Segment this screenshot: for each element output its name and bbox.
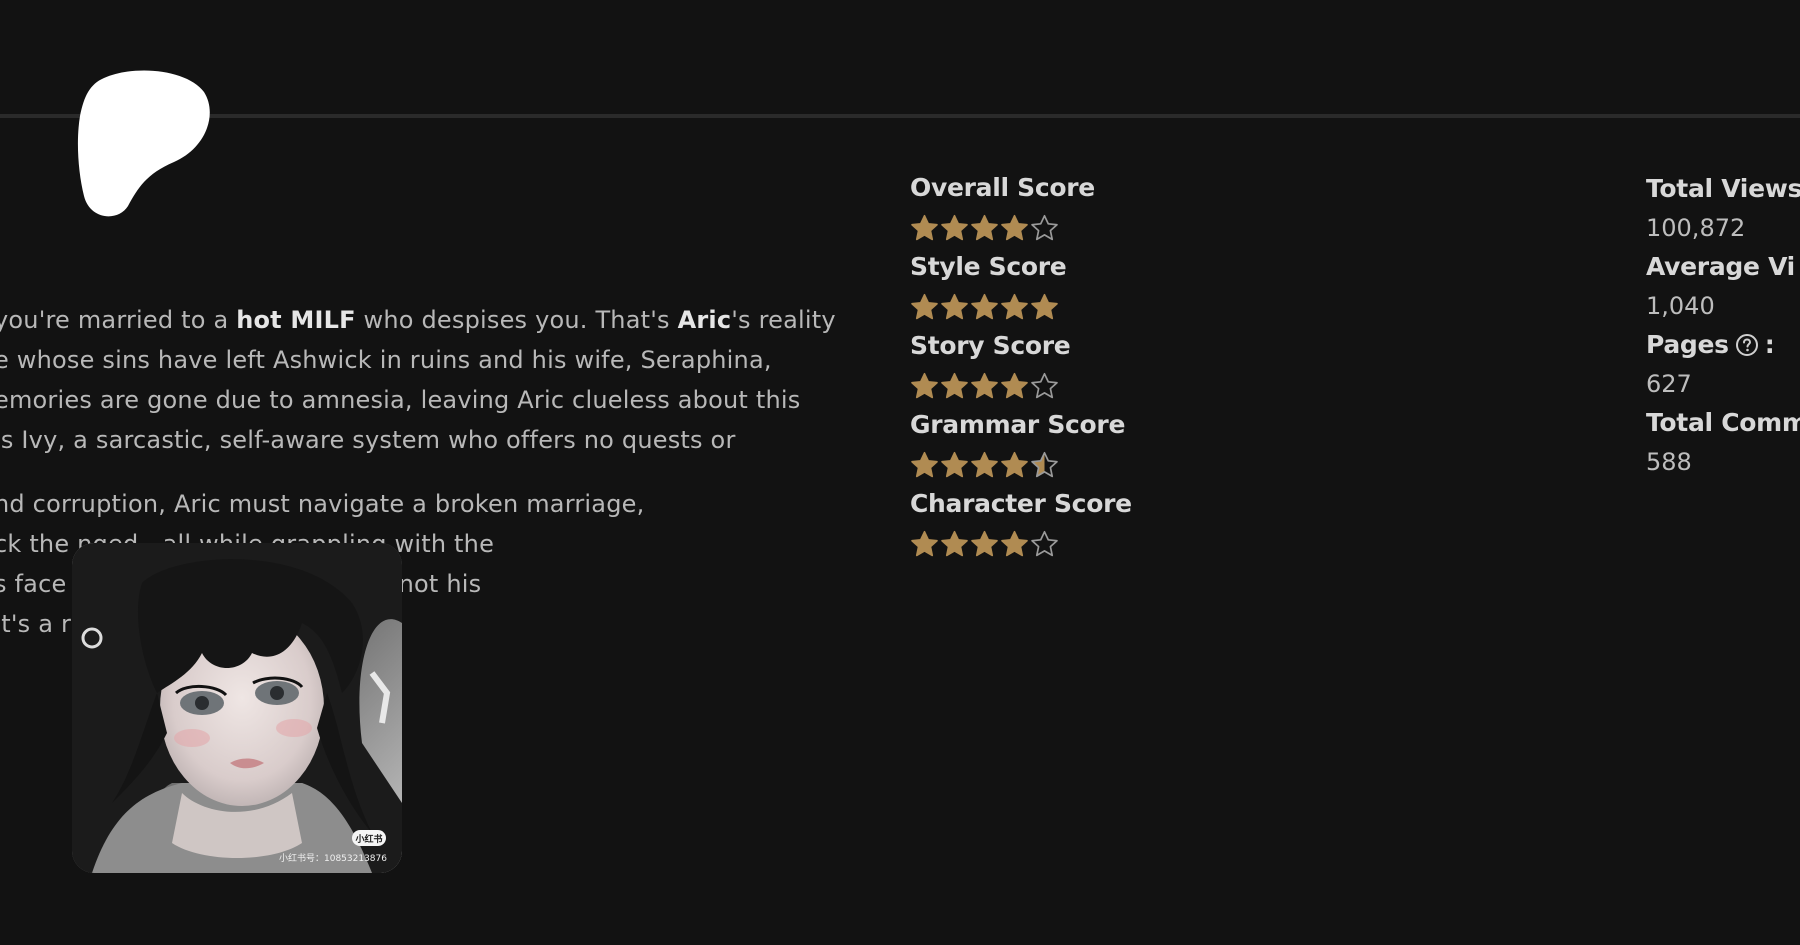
cover-illustration: 小红书 小红书号：10853213876 — [72, 543, 402, 873]
star-filled-icon — [971, 530, 998, 556]
question-circle-icon[interactable] — [1735, 333, 1759, 357]
total-comments-label: Total Comm — [1646, 408, 1800, 437]
star-filled-icon — [941, 530, 968, 556]
patreon-logo-icon[interactable] — [76, 70, 212, 218]
pages-colon: : — [1764, 330, 1775, 359]
star-filled-icon — [941, 214, 968, 240]
star-half-icon — [1031, 451, 1058, 477]
synopsis-line: is Ivy, a sarcastic, self-aware system w… — [0, 426, 736, 454]
star-rating — [910, 364, 1270, 408]
header-divider — [0, 114, 1800, 118]
score-label: Character Score — [910, 489, 1132, 518]
star-filled-icon — [911, 372, 938, 398]
score-label: Style Score — [910, 252, 1067, 281]
star-rating — [910, 443, 1270, 487]
synopsis-line: you're married to a hot MILF who despise… — [0, 306, 836, 334]
star-filled-icon — [911, 293, 938, 319]
star-filled-icon — [971, 451, 998, 477]
total-views-label: Total Views — [1646, 174, 1800, 203]
star-empty-icon — [1031, 372, 1058, 398]
average-views-value: 1,040 — [1646, 292, 1715, 320]
star-filled-icon — [1001, 372, 1028, 398]
star-filled-icon — [971, 293, 998, 319]
star-rating — [910, 522, 1270, 566]
synopsis-line: e whose sins have left Ashwick in ruins … — [0, 346, 772, 374]
total-views-value: 100,872 — [1646, 214, 1746, 242]
star-filled-icon — [1031, 293, 1058, 319]
score-label: Story Score — [910, 331, 1071, 360]
story-cover-image[interactable]: 小红书 小红书号：10853213876 — [72, 543, 402, 873]
synopsis-line: emories are gone due to amnesia, leaving… — [0, 386, 801, 414]
pages-label: Pages — [1646, 330, 1729, 359]
total-comments-value: 588 — [1646, 448, 1692, 476]
star-filled-icon — [911, 530, 938, 556]
star-filled-icon — [1001, 293, 1028, 319]
star-empty-icon — [1031, 530, 1058, 556]
star-filled-icon — [1001, 451, 1028, 477]
score-label: Overall Score — [910, 173, 1095, 202]
page: you're married to a hot MILF who despise… — [0, 0, 1800, 945]
star-filled-icon — [1001, 214, 1028, 240]
star-filled-icon — [941, 451, 968, 477]
star-filled-icon — [911, 451, 938, 477]
average-views-label: Average Vi — [1646, 252, 1795, 281]
score-label: Grammar Score — [910, 410, 1126, 439]
star-rating — [910, 206, 1270, 250]
synopsis-line: nd corruption, Aric must navigate a brok… — [0, 490, 645, 518]
watermark-id: 小红书号：10853213876 — [279, 852, 387, 864]
watermark-badge-text: 小红书 — [354, 833, 382, 845]
star-filled-icon — [941, 293, 968, 319]
pages-value: 627 — [1646, 370, 1692, 398]
star-filled-icon — [1001, 530, 1028, 556]
scores-panel: Overall Score Style Score Story Score Gramm… — [910, 170, 1270, 565]
star-filled-icon — [971, 214, 998, 240]
star-empty-icon — [1031, 214, 1058, 240]
star-filled-icon — [911, 214, 938, 240]
star-filled-icon — [971, 372, 998, 398]
star-rating — [910, 285, 1270, 329]
pages-label-row: Pages : — [1646, 326, 1800, 364]
star-filled-icon — [941, 372, 968, 398]
stats-panel: Total Views 100,872 Average Vi 1,040 Pag… — [1646, 170, 1800, 482]
